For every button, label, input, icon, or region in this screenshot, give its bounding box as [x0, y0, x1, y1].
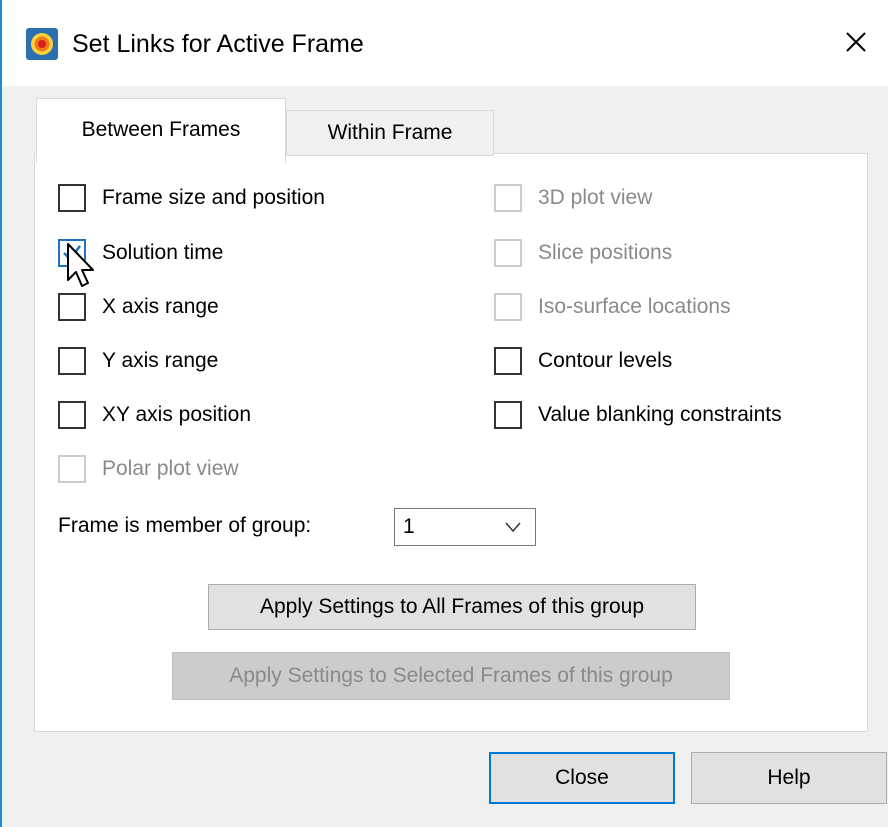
option-slice-positions: Slice positions [494, 237, 672, 269]
option-contour-levels[interactable]: Contour levels [494, 345, 672, 377]
option-xy-axis-position[interactable]: XY axis position [58, 399, 251, 431]
group-select-value: 1 [403, 515, 415, 538]
option-solution-time[interactable]: Solution time [58, 237, 223, 269]
option-y-axis-range[interactable]: Y axis range [58, 345, 218, 377]
checkbox-disabled [58, 455, 86, 483]
window-border-left [0, 0, 2, 827]
app-icon [26, 28, 58, 60]
tab-within-frame[interactable]: Within Frame [286, 110, 494, 156]
option-x-axis-range[interactable]: X axis range [58, 291, 219, 323]
close-button[interactable]: Close [489, 752, 675, 804]
group-select[interactable]: 1 [394, 508, 536, 546]
help-button[interactable]: Help [691, 752, 887, 804]
checkbox-disabled [494, 239, 522, 267]
window-title: Set Links for Active Frame [72, 30, 364, 58]
option-iso-surface-locations: Iso-surface locations [494, 291, 731, 323]
option-value-blanking-constraints[interactable]: Value blanking constraints [494, 399, 782, 431]
apply-all-frames-button[interactable]: Apply Settings to All Frames of this gro… [208, 584, 696, 630]
checkbox[interactable] [58, 184, 86, 212]
checkbox[interactable] [494, 401, 522, 429]
checkbox-disabled [494, 293, 522, 321]
close-icon[interactable] [836, 22, 876, 62]
checkbox-disabled [494, 184, 522, 212]
tab-between-frames[interactable]: Between Frames [36, 98, 286, 163]
group-label: Frame is member of group: [58, 514, 312, 537]
chevron-down-icon [505, 522, 521, 533]
title-bar[interactable]: Set Links for Active Frame [0, 0, 888, 86]
checkmark-icon [63, 245, 81, 261]
option-frame-size-position[interactable]: Frame size and position [58, 182, 325, 214]
apply-selected-frames-button: Apply Settings to Selected Frames of thi… [172, 652, 730, 700]
option-3d-plot-view: 3D plot view [494, 182, 652, 214]
checkbox-checked[interactable] [58, 239, 86, 267]
checkbox[interactable] [58, 293, 86, 321]
checkbox[interactable] [58, 347, 86, 375]
option-polar-plot-view: Polar plot view [58, 453, 239, 485]
checkbox[interactable] [58, 401, 86, 429]
checkbox[interactable] [494, 347, 522, 375]
